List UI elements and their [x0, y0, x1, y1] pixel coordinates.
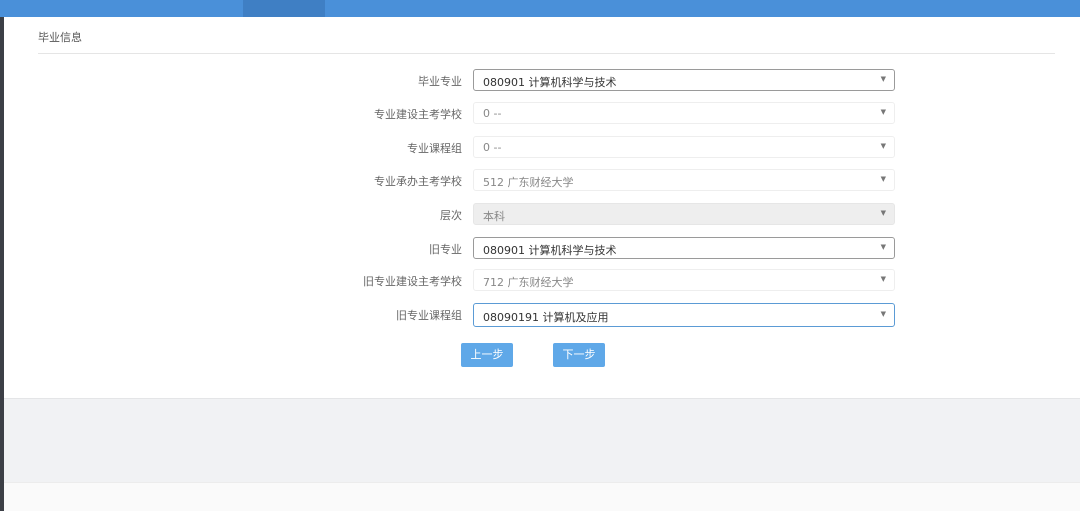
graduation-major-value: 080901 计算机科学与技术	[483, 76, 617, 89]
major-host-school-label: 专业承办主考学校	[374, 175, 462, 188]
previous-step-button[interactable]: 上一步	[461, 343, 513, 367]
chevron-down-icon: ▼	[880, 310, 886, 318]
old-major-construction-school-value: 712 广东财经大学	[483, 276, 574, 289]
old-major-course-group-select[interactable]: 08090191 计算机及应用 ▼	[473, 303, 895, 327]
form-row-graduation-major: 毕业专业 080901 计算机科学与技术 ▼	[4, 69, 1080, 93]
form-row-major-construction-school: 专业建设主考学校 0 -- ▼	[4, 102, 1080, 126]
chevron-down-icon: ▼	[880, 175, 886, 183]
chevron-down-icon: ▼	[880, 243, 886, 251]
graduation-major-label: 毕业专业	[418, 75, 462, 88]
form-row-level: 层次 本科 ▼	[4, 203, 1080, 227]
old-major-course-group-value: 08090191 计算机及应用	[483, 311, 609, 324]
section-divider	[38, 53, 1055, 54]
next-step-button[interactable]: 下一步	[553, 343, 605, 367]
level-select[interactable]: 本科 ▼	[473, 203, 895, 225]
chevron-down-icon: ▼	[880, 209, 886, 217]
old-major-select[interactable]: 080901 计算机科学与技术 ▼	[473, 237, 895, 259]
graduation-major-select[interactable]: 080901 计算机科学与技术 ▼	[473, 69, 895, 91]
major-host-school-value: 512 广东财经大学	[483, 176, 574, 189]
major-host-school-select[interactable]: 512 广东财经大学 ▼	[473, 169, 895, 191]
old-major-label: 旧专业	[429, 243, 462, 256]
chevron-down-icon: ▼	[880, 75, 886, 83]
form-row-old-major-course-group: 旧专业课程组 08090191 计算机及应用 ▼	[4, 303, 1080, 327]
level-value: 本科	[483, 210, 505, 223]
form-row-old-major-construction-school: 旧专业建设主考学校 712 广东财经大学 ▼	[4, 269, 1080, 293]
form-row-major-course-group: 专业课程组 0 -- ▼	[4, 136, 1080, 160]
old-major-value: 080901 计算机科学与技术	[483, 244, 617, 257]
old-major-construction-school-select[interactable]: 712 广东财经大学 ▼	[473, 269, 895, 291]
form-row-old-major: 旧专业 080901 计算机科学与技术 ▼	[4, 237, 1080, 261]
major-course-group-label: 专业课程组	[407, 142, 462, 155]
level-label: 层次	[440, 209, 462, 222]
major-construction-school-label: 专业建设主考学校	[374, 108, 462, 121]
graduation-info-panel: 毕业信息 毕业专业 080901 计算机科学与技术 ▼ 专业建设主考学校 0 -…	[4, 17, 1080, 398]
old-major-construction-school-label: 旧专业建设主考学校	[363, 275, 462, 288]
chevron-down-icon: ▼	[880, 142, 886, 150]
major-construction-school-select[interactable]: 0 -- ▼	[473, 102, 895, 124]
top-nav-active-tab[interactable]	[243, 0, 325, 17]
footer-area	[4, 398, 1080, 482]
form-row-major-host-school: 专业承办主考学校 512 广东财经大学 ▼	[4, 169, 1080, 193]
major-construction-school-value: 0 --	[483, 107, 502, 120]
chevron-down-icon: ▼	[880, 108, 886, 116]
chevron-down-icon: ▼	[880, 275, 886, 283]
section-title: 毕业信息	[38, 31, 82, 44]
top-nav-bar	[0, 0, 1080, 17]
major-course-group-value: 0 --	[483, 141, 502, 154]
footer-bottom-strip	[4, 482, 1080, 511]
old-major-course-group-label: 旧专业课程组	[396, 309, 462, 322]
major-course-group-select[interactable]: 0 -- ▼	[473, 136, 895, 158]
